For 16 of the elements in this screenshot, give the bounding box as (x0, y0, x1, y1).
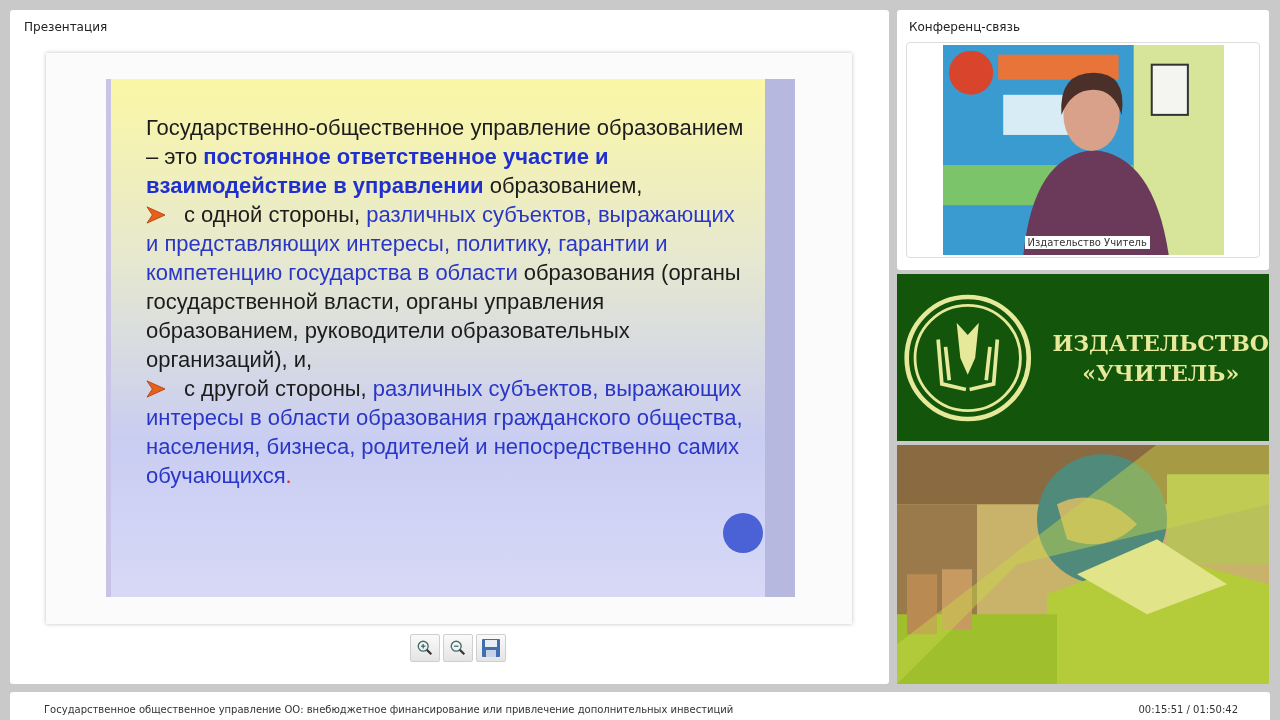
bullet-arrow-icon (146, 206, 166, 224)
zoom-in-icon (416, 639, 434, 657)
zoom-out-button[interactable] (443, 634, 473, 662)
slide-marker (723, 513, 763, 553)
event-title: Государственное общественное управление ОО: внебюджетное финансирование или привлечение дополнительных инвестиций (44, 703, 734, 715)
banner-title: ИЗДАТЕЛЬСТВО (1052, 328, 1269, 358)
zoom-in-button[interactable] (410, 634, 440, 662)
zoom-out-icon (449, 639, 467, 657)
panel-title: Конференц-связь (909, 20, 1022, 34)
bullet-arrow-icon (146, 380, 166, 398)
panel-title: Презентация (24, 20, 109, 34)
save-button[interactable] (476, 634, 506, 662)
video-caption: Издательство Учитель (1024, 236, 1150, 249)
slide-paragraph: с другой стороны, различных субъектов, выражающих интересы в области образования гражданского общества, населения, бизнеса, родителей и непосредственно самих обучающихся. (146, 375, 744, 490)
playback-time: 00:15:51 / 01:50:42 (1138, 703, 1238, 715)
banner-title: «УЧИТЕЛЬ» (1082, 358, 1240, 388)
